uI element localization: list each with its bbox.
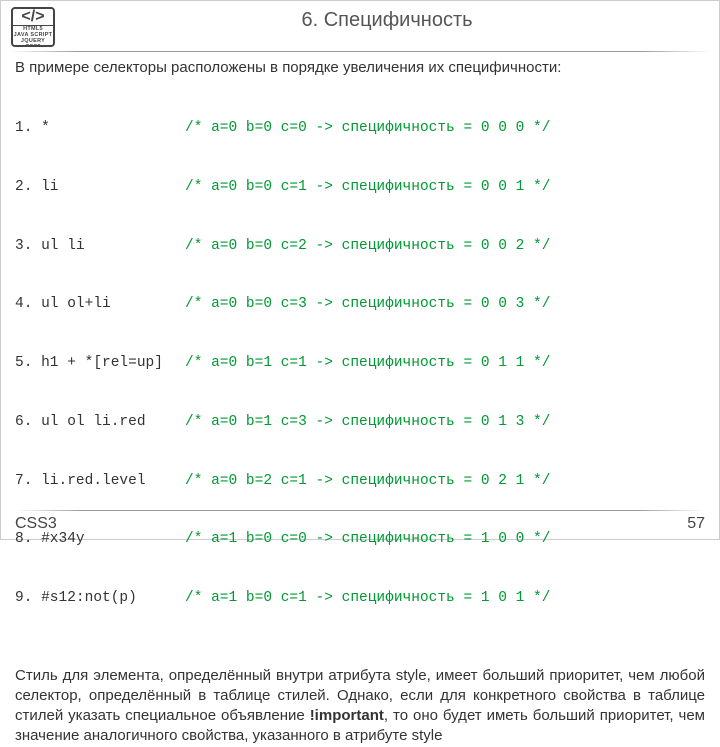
slide-footer: CSS3 57 — [1, 506, 719, 539]
comment-text: /* a=0 b=1 c=3 -> специфичность = 0 1 3 … — [185, 413, 550, 433]
footer-topic: CSS3 — [15, 515, 57, 533]
comment-text: /* a=0 b=0 c=2 -> специфичность = 0 0 2 … — [185, 237, 550, 257]
selector-text: 2. li — [15, 178, 185, 198]
slide-title: 6. Специфичность — [65, 7, 709, 32]
code-row: 3. ul li/* a=0 b=0 c=2 -> специфичность … — [15, 237, 705, 257]
code-row: 1. */* a=0 b=0 c=0 -> специфичность = 0 … — [15, 119, 705, 139]
comment-text: /* a=0 b=0 c=0 -> специфичность = 0 0 0 … — [185, 119, 550, 139]
comment-text: /* a=0 b=0 c=1 -> специфичность = 0 0 1 … — [185, 178, 550, 198]
logo-text: HTML5 JAVA SCRIPT JQUERY CSS3 — [13, 26, 53, 47]
selector-text: 1. * — [15, 119, 185, 139]
logo-code-icon: </> — [13, 9, 53, 26]
selector-text: 7. li.red.level — [15, 472, 185, 492]
code-row: 6. ul ol li.red/* a=0 b=1 c=3 -> специфи… — [15, 413, 705, 433]
selector-text: 3. ul li — [15, 237, 185, 257]
logo-line: CSS3 — [25, 44, 41, 47]
selector-text: 4. ul ol+li — [15, 295, 185, 315]
slide-header: </> HTML5 JAVA SCRIPT JQUERY CSS3 6. Спе… — [1, 1, 719, 51]
code-row: 2. li/* a=0 b=0 c=1 -> специфичность = 0… — [15, 178, 705, 198]
comment-text: /* a=1 b=0 c=1 -> специфичность = 1 0 1 … — [185, 589, 550, 609]
comment-text: /* a=0 b=0 c=3 -> специфичность = 0 0 3 … — [185, 295, 550, 315]
code-row: 5. h1 + *[rel=up]/* a=0 b=1 c=1 -> специ… — [15, 354, 705, 374]
slide-content: В примере селекторы расположены в порядк… — [1, 58, 719, 747]
divider — [15, 510, 705, 511]
intro-text: В примере селекторы расположены в порядк… — [15, 58, 705, 78]
selector-text: 5. h1 + *[rel=up] — [15, 354, 185, 374]
code-row: 9. #s12:not(p)/* a=1 b=0 c=1 -> специфич… — [15, 589, 705, 609]
divider — [9, 51, 711, 52]
important-keyword: !important — [310, 707, 384, 724]
tech-logo-icon: </> HTML5 JAVA SCRIPT JQUERY CSS3 — [11, 7, 55, 47]
specificity-examples: 1. */* a=0 b=0 c=0 -> специфичность = 0 … — [15, 80, 705, 647]
code-row: 4. ul ol+li/* a=0 b=0 c=3 -> специфичнос… — [15, 295, 705, 315]
page-number: 57 — [687, 515, 705, 533]
code-row: 7. li.red.level/* a=0 b=2 c=1 -> специфи… — [15, 472, 705, 492]
important-note: Стиль для элемента, определённый внутри … — [15, 666, 705, 747]
comment-text: /* a=0 b=1 c=1 -> специфичность = 0 1 1 … — [185, 354, 550, 374]
selector-text: 9. #s12:not(p) — [15, 589, 185, 609]
comment-text: /* a=0 b=2 c=1 -> специфичность = 0 2 1 … — [185, 472, 550, 492]
selector-text: 6. ul ol li.red — [15, 413, 185, 433]
